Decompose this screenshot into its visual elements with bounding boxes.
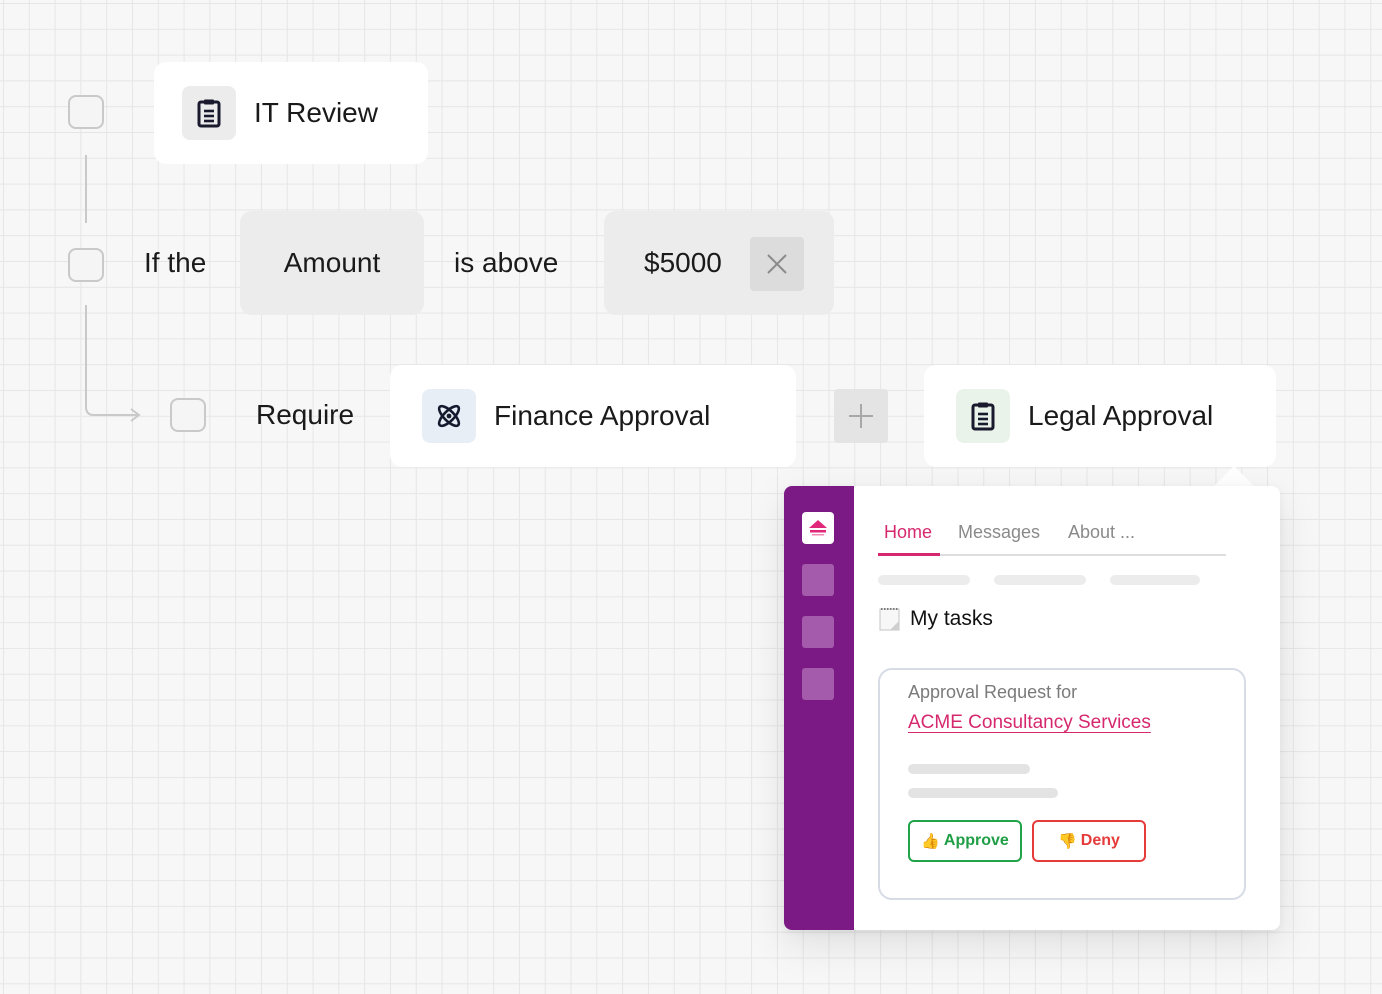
clear-value-button[interactable]: [750, 237, 804, 291]
it-review-card[interactable]: IT Review: [154, 62, 428, 164]
legal-approval-card[interactable]: Legal Approval: [924, 365, 1276, 467]
sidebar-item-3[interactable]: [802, 668, 834, 700]
deny-button[interactable]: 👎 Deny: [1032, 820, 1146, 862]
close-icon: [767, 254, 787, 274]
skeleton-line: [878, 575, 970, 585]
tab-about[interactable]: About ...: [1068, 522, 1135, 543]
connector-line: [85, 155, 87, 223]
tab-active-indicator: [878, 553, 940, 556]
atom-icon: [422, 389, 476, 443]
app-sidebar: [784, 486, 854, 930]
notepad-icon: [879, 608, 900, 631]
legal-approval-title: Legal Approval: [1028, 400, 1214, 431]
approval-app-popover: Home Messages About ... My tasks Approva…: [784, 486, 1280, 930]
thumbs-up-icon: 👍: [921, 833, 940, 850]
task-company-link[interactable]: ACME Consultancy Services: [908, 712, 1151, 734]
app-logo[interactable]: [802, 512, 834, 544]
finance-approval-title: Finance Approval: [494, 400, 711, 431]
add-approval-button[interactable]: [834, 389, 888, 443]
clipboard-icon: [956, 389, 1010, 443]
skeleton-line: [1110, 575, 1200, 585]
my-tasks-title: My tasks: [910, 607, 993, 630]
branch-arrow-icon: [85, 305, 141, 422]
approve-button[interactable]: 👍 Approve: [908, 820, 1022, 862]
sidebar-item-1[interactable]: [802, 564, 834, 596]
popover-notch: [1212, 466, 1256, 488]
tab-home[interactable]: Home: [884, 522, 932, 543]
home-logo-icon: [809, 520, 827, 536]
step-checkbox-it-review[interactable]: [68, 95, 104, 129]
clipboard-icon: [182, 86, 236, 140]
finance-approval-card[interactable]: Finance Approval: [390, 365, 796, 467]
approve-label: Approve: [943, 832, 1009, 849]
condition-field-label: Amount: [283, 247, 381, 278]
thumbs-down-icon: 👎: [1058, 833, 1077, 850]
step-checkbox-require[interactable]: [170, 398, 206, 432]
my-tasks-heading: My tasks: [878, 606, 993, 632]
step-checkbox-condition[interactable]: [68, 248, 104, 282]
condition-value: $5000: [644, 247, 722, 278]
approval-task-card: Approval Request for ACME Consultancy Se…: [878, 668, 1246, 900]
deny-label: Deny: [1080, 832, 1120, 849]
sidebar-item-2[interactable]: [802, 616, 834, 648]
skeleton-line: [908, 764, 1030, 774]
skeleton-line: [994, 575, 1086, 585]
it-review-title: IT Review: [254, 97, 378, 128]
condition-operator: is above: [454, 247, 559, 278]
condition-prefix: If the: [144, 247, 207, 278]
condition-field-select[interactable]: Amount: [240, 211, 424, 315]
tab-messages[interactable]: Messages: [958, 522, 1040, 543]
plus-icon: [849, 404, 873, 428]
require-label: Require: [256, 399, 355, 430]
skeleton-line: [908, 788, 1058, 798]
panel-tabs: Home Messages About ...: [878, 516, 1226, 556]
task-subtitle: Approval Request for: [908, 682, 1078, 702]
